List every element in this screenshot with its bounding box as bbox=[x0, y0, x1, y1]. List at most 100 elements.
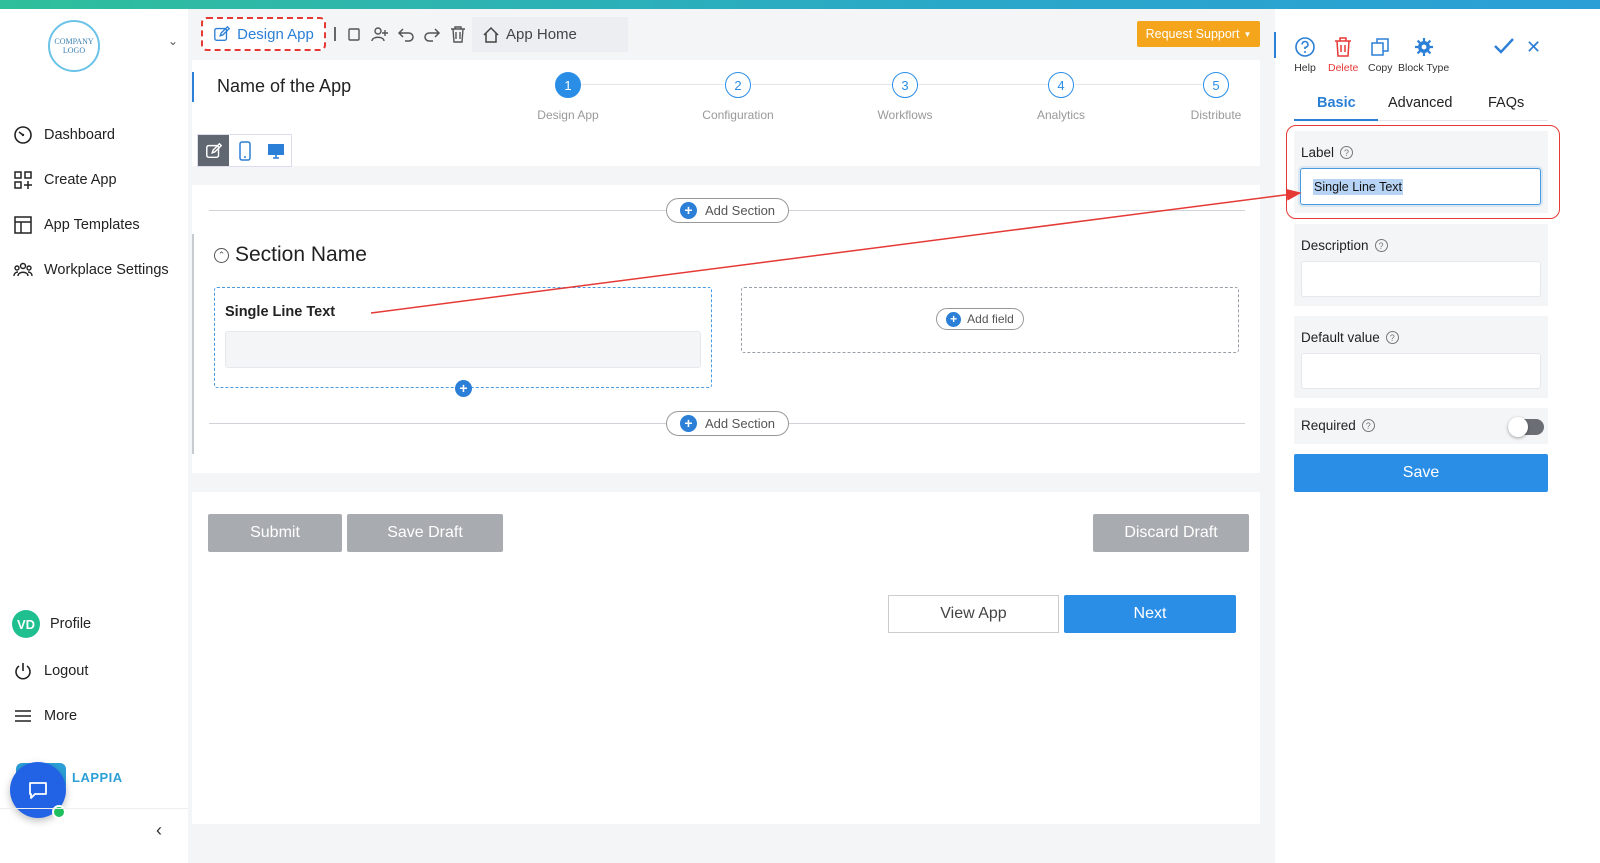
tab-basic[interactable]: Basic bbox=[1317, 95, 1356, 111]
add-section-button-top[interactable]: + Add Section bbox=[666, 198, 789, 223]
sidebar-item-app-templates[interactable]: App Templates bbox=[12, 214, 140, 236]
step-configuration[interactable]: 2 Configuration bbox=[683, 72, 793, 122]
step-workflows[interactable]: 3 Workflows bbox=[850, 72, 960, 122]
next-button[interactable]: Next bbox=[1064, 595, 1236, 633]
required-title-text: Required bbox=[1301, 418, 1356, 433]
step-analytics[interactable]: 4 Analytics bbox=[1006, 72, 1116, 122]
confirm-check-icon[interactable] bbox=[1493, 36, 1515, 61]
required-title: Required ? bbox=[1301, 418, 1375, 433]
sidebar-item-label: More bbox=[44, 708, 78, 724]
plus-icon: + bbox=[679, 415, 697, 432]
edit-icon bbox=[214, 25, 231, 41]
company-logo[interactable]: COMPANY LOGO bbox=[48, 20, 100, 72]
app-root: COMPANY LOGO ⌄ Dashboard Create App App … bbox=[0, 0, 1600, 863]
help-tooltip-icon[interactable]: ? bbox=[1374, 239, 1388, 252]
active-tab-indicator bbox=[1294, 119, 1378, 121]
sidebar-item-logout[interactable]: Logout bbox=[12, 660, 88, 682]
copy-icon bbox=[1371, 38, 1389, 56]
view-app-button[interactable]: View App bbox=[888, 595, 1059, 633]
template-icon bbox=[12, 214, 34, 236]
gauge-icon bbox=[12, 124, 34, 146]
page-title[interactable]: Name of the App bbox=[217, 76, 351, 97]
sidebar-item-label: App Templates bbox=[44, 217, 140, 233]
menu-icon bbox=[12, 705, 34, 727]
submit-button[interactable]: Submit bbox=[208, 514, 342, 552]
default-value-input[interactable] bbox=[1301, 353, 1541, 389]
tab-faqs[interactable]: FAQs bbox=[1488, 95, 1524, 111]
add-section-label: Add Section bbox=[704, 203, 776, 218]
chevron-up-icon[interactable]: ⌃ bbox=[214, 247, 229, 263]
request-support-button[interactable]: Request Support ▼ bbox=[1137, 21, 1260, 47]
view-mode-toggle bbox=[197, 134, 292, 167]
undo-icon[interactable] bbox=[396, 24, 416, 44]
divider-icon bbox=[332, 24, 338, 44]
caret-down-icon: ▼ bbox=[1243, 29, 1252, 39]
block-type-button[interactable]: Block Type bbox=[1398, 36, 1449, 74]
mobile-view-button[interactable] bbox=[229, 135, 260, 166]
sidebar-item-create-app[interactable]: Create App bbox=[12, 169, 117, 191]
step-label: Distribute bbox=[1190, 108, 1242, 122]
step-label: Configuration bbox=[702, 108, 774, 122]
panel-save-button[interactable]: Save bbox=[1294, 454, 1548, 492]
step-label: Design App bbox=[537, 108, 599, 122]
edit-icon bbox=[205, 142, 222, 158]
description-title: Description ? bbox=[1301, 238, 1388, 253]
chat-icon bbox=[29, 782, 47, 799]
app-home-label: App Home bbox=[506, 26, 577, 43]
help-tooltip-icon[interactable]: ? bbox=[1385, 331, 1399, 344]
step-number: 5 bbox=[1203, 72, 1229, 98]
step-number: 2 bbox=[725, 72, 751, 98]
tab-advanced[interactable]: Advanced bbox=[1388, 95, 1453, 111]
add-user-icon[interactable] bbox=[370, 24, 390, 44]
step-distribute[interactable]: 5 Distribute bbox=[1161, 72, 1271, 122]
power-icon bbox=[12, 660, 34, 682]
redo-icon[interactable] bbox=[422, 24, 442, 44]
sidebar-item-more[interactable]: More bbox=[12, 705, 77, 727]
step-design-app[interactable]: 1 Design App bbox=[513, 72, 623, 122]
add-section-button-bottom[interactable]: + Add Section bbox=[666, 411, 789, 436]
block-type-label: Block Type bbox=[1398, 62, 1450, 74]
sidebar-item-label: Logout bbox=[44, 663, 89, 679]
canvas-tools bbox=[332, 24, 468, 44]
design-app-tab[interactable]: Design App bbox=[201, 17, 326, 51]
help-icon bbox=[1295, 37, 1315, 57]
close-icon[interactable]: ✕ bbox=[1526, 37, 1541, 58]
app-home-tab[interactable]: App Home bbox=[472, 17, 628, 52]
delete-label: Delete bbox=[1328, 62, 1359, 74]
collapse-sidebar-icon[interactable]: ‹ bbox=[156, 820, 162, 841]
save-draft-button[interactable]: Save Draft bbox=[347, 514, 503, 552]
chevron-down-icon[interactable]: ⌄ bbox=[168, 34, 178, 48]
add-field-button[interactable]: + Add field bbox=[936, 308, 1024, 330]
help-button[interactable]: Help bbox=[1294, 36, 1316, 74]
mobile-icon bbox=[238, 140, 251, 161]
sidebar-item-label: Create App bbox=[44, 172, 117, 188]
field-label: Single Line Text bbox=[225, 304, 336, 320]
section-bar bbox=[192, 234, 194, 454]
field-preview-input[interactable] bbox=[225, 331, 701, 368]
grid-plus-icon bbox=[12, 169, 34, 191]
section-header[interactable]: ⌃ Section Name bbox=[214, 243, 367, 267]
plus-icon: + bbox=[679, 202, 697, 219]
section-title: Section Name bbox=[235, 243, 367, 266]
description-title-text: Description bbox=[1301, 238, 1369, 253]
sidebar-item-dashboard[interactable]: Dashboard bbox=[12, 124, 115, 146]
edit-view-button[interactable] bbox=[198, 135, 229, 166]
step-label: Workflows bbox=[877, 108, 933, 122]
sidebar-item-label: Profile bbox=[50, 616, 92, 632]
delete-button[interactable]: Delete bbox=[1328, 36, 1358, 74]
copy-button[interactable]: Copy bbox=[1368, 36, 1393, 74]
discard-draft-button[interactable]: Discard Draft bbox=[1093, 514, 1249, 552]
duplicate-icon[interactable] bbox=[344, 24, 364, 44]
trash-icon[interactable] bbox=[448, 24, 468, 44]
sidebar-item-workplace-settings[interactable]: Workplace Settings bbox=[12, 259, 169, 281]
desktop-view-button[interactable] bbox=[260, 135, 291, 166]
users-group-icon bbox=[12, 259, 34, 281]
top-gradient-bar bbox=[0, 0, 1600, 9]
help-tooltip-icon[interactable]: ? bbox=[1361, 419, 1375, 432]
sidebar-item-profile[interactable]: VD Profile bbox=[12, 610, 91, 638]
description-input[interactable] bbox=[1301, 261, 1541, 297]
add-field-below-icon[interactable]: + bbox=[455, 380, 472, 397]
help-label: Help bbox=[1294, 62, 1316, 74]
required-toggle[interactable] bbox=[1508, 417, 1544, 437]
sidebar-item-label: Workplace Settings bbox=[44, 262, 169, 278]
